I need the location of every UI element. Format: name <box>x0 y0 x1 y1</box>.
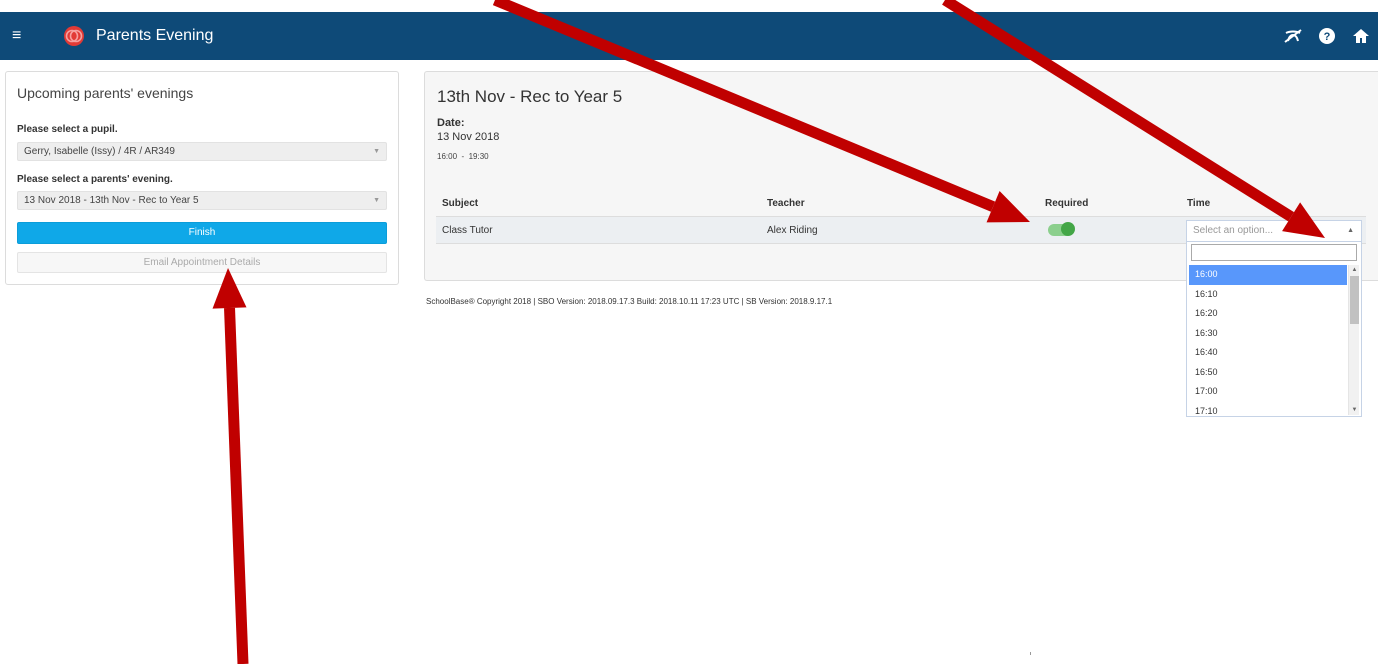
time-option[interactable]: 16:30 <box>1189 324 1347 344</box>
date-label: Date: <box>437 117 465 129</box>
scroll-up-icon[interactable]: ▲ <box>1349 265 1360 275</box>
column-header-required: Required <box>1045 198 1089 209</box>
column-header-subject: Subject <box>442 198 479 209</box>
time-option[interactable]: 16:40 <box>1189 343 1347 363</box>
time-option[interactable]: 16:10 <box>1189 285 1347 305</box>
teacher-cell: Alex Riding <box>767 225 818 236</box>
email-appointment-button[interactable]: Email Appointment Details <box>17 252 387 273</box>
footer-copyright: SchoolBase® Copyright 2018 | SBO Version… <box>426 297 833 306</box>
schoolbase-logo[interactable] <box>63 25 85 47</box>
pupil-select-value: Gerry, Isabelle (Issy) / 4R / AR349 <box>24 146 175 157</box>
evening-select[interactable]: 13 Nov 2018 - 13th Nov - Rec to Year 5 ▼ <box>17 191 387 210</box>
arrow-to-finish-button <box>212 268 249 664</box>
time-option[interactable]: 16:00 <box>1189 265 1347 285</box>
upcoming-evenings-panel: Upcoming parents' evenings Please select… <box>5 71 399 285</box>
dropdown-scrollbar[interactable]: ▲ ▼ <box>1348 265 1359 415</box>
app-title: Parents Evening <box>96 27 214 44</box>
column-header-teacher: Teacher <box>767 198 805 209</box>
toggle-knob <box>1061 222 1075 236</box>
time-dropdown: 16:00 16:10 16:20 16:30 16:40 16:50 17:00 17:10… <box>1186 241 1362 417</box>
evening-select-value: 13 Nov 2018 - 13th Nov - Rec to Year 5 <box>24 195 199 206</box>
time-option[interactable]: 17:10 <box>1189 402 1347 417</box>
chevron-down-icon: ▼ <box>373 148 380 155</box>
time-options-list: 16:00 16:10 16:20 16:30 16:40 16:50 17:00 17:10 <box>1189 265 1347 417</box>
chevron-down-icon: ▼ <box>373 197 380 204</box>
time-select-placeholder: Select an option... <box>1193 225 1274 236</box>
svg-text:?: ? <box>1324 31 1331 43</box>
help-icon[interactable]: ? <box>1316 25 1338 47</box>
time-option[interactable]: 17:00 <box>1189 382 1347 402</box>
no-swearing-ribbon-icon[interactable] <box>1282 25 1304 47</box>
date-value: 13 Nov 2018 <box>437 131 500 143</box>
panel-heading: Upcoming parents' evenings <box>17 85 194 101</box>
pupil-select[interactable]: Gerry, Isabelle (Issy) / 4R / AR349 ▼ <box>17 142 387 161</box>
evening-label: Please select a parents' evening. <box>17 174 173 185</box>
scroll-down-icon[interactable]: ▼ <box>1349 405 1360 415</box>
time-search-input[interactable] <box>1191 244 1357 261</box>
stray-mark <box>1030 652 1031 655</box>
required-toggle[interactable] <box>1048 222 1075 236</box>
column-header-time: Time <box>1187 198 1211 209</box>
menu-icon[interactable]: ≡ <box>12 26 28 46</box>
finish-button[interactable]: Finish <box>17 222 387 244</box>
time-option[interactable]: 16:20 <box>1189 304 1347 324</box>
time-option[interactable]: 16:50 <box>1189 363 1347 383</box>
chevron-up-icon: ▲ <box>1347 227 1354 234</box>
time-select[interactable]: Select an option... ▲ <box>1186 220 1362 241</box>
time-range: 16:00 - 19:30 <box>437 152 489 161</box>
home-icon[interactable] <box>1350 25 1372 47</box>
scroll-thumb[interactable] <box>1350 276 1359 324</box>
subject-cell: Class Tutor <box>442 225 493 236</box>
top-navbar: ≡ Parents Evening ? <box>0 12 1378 60</box>
pupil-label: Please select a pupil. <box>17 124 118 135</box>
page-title: 13th Nov - Rec to Year 5 <box>437 87 623 106</box>
